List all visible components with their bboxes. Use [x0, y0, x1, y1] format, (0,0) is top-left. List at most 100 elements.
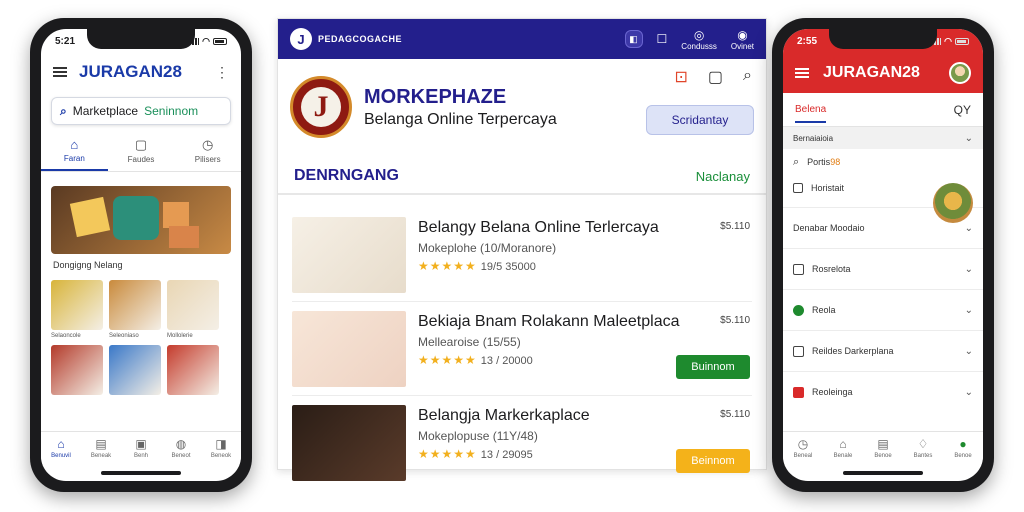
- wifi-icon: ◠: [202, 35, 210, 46]
- menu-icon[interactable]: [795, 68, 809, 78]
- more-options-icon[interactable]: ⋮: [215, 64, 229, 81]
- app-brand: JURAGAN28: [823, 64, 920, 81]
- status-time: 5:21: [55, 35, 76, 47]
- home-indicator: [843, 471, 923, 475]
- top-icon-2[interactable]: ◎ Condusss: [681, 28, 717, 51]
- section-title: DENRNGANG: [294, 167, 399, 184]
- product-card[interactable]: [109, 345, 161, 398]
- bag-icon[interactable]: ▢: [708, 67, 723, 87]
- tab-history[interactable]: ◷ Pilisers: [174, 133, 241, 171]
- filter-checkbox[interactable]: ⌕ Portis98: [783, 149, 983, 175]
- top-brand: PEDAGCOGACHE: [318, 34, 403, 44]
- brand-logo-icon[interactable]: J: [290, 28, 312, 50]
- tab-active[interactable]: Belena: [795, 96, 827, 123]
- search-text: Marketplace: [72, 104, 139, 118]
- battery-icon: [955, 37, 969, 45]
- search-icon[interactable]: ⌕: [743, 67, 752, 87]
- section-header: DENRNGANG Naclanay: [278, 159, 766, 195]
- nav-item[interactable]: ◨ Beneok: [201, 432, 241, 467]
- nav-item[interactable]: ⌂ Benale: [823, 432, 863, 467]
- nav-item[interactable]: ▤ Beneak: [81, 432, 121, 467]
- bottom-nav: ⌂ Benuvil ▤ Beneak ▣ Benh ◍ Beneot ◨ Beneok: [41, 431, 241, 467]
- home-icon: ⌂: [70, 137, 79, 152]
- category-row[interactable]: Rosrelota ⌄: [783, 248, 983, 289]
- nav-item[interactable]: ▣ Benh: [121, 432, 161, 467]
- battery-icon: [213, 37, 227, 45]
- checkbox-icon: [793, 183, 803, 193]
- j-logo-icon: J: [290, 76, 352, 138]
- product-card[interactable]: [167, 345, 219, 398]
- nav-icon: ◍: [175, 437, 187, 451]
- search-icon[interactable]: QY: [954, 103, 971, 117]
- rating-count: 13 / 29095: [480, 449, 533, 461]
- nav-item[interactable]: ● Benoe: [943, 432, 983, 467]
- buy-button[interactable]: Buinnom: [676, 355, 750, 379]
- category-row[interactable]: Reoleinga ⌄: [783, 371, 983, 412]
- left-phone-screen: 5:21 ◠ JURAGAN28 ⋮ ⌕ Marketplace Seninno…: [41, 29, 241, 481]
- top-icon-1[interactable]: ☐: [657, 32, 668, 46]
- product-label: Seleoniaso: [109, 333, 139, 339]
- right-phone-screen: 2:55 ◠ JURAGAN28 Belena QY Bernaiaioia ⌄…: [783, 29, 983, 481]
- nav-item[interactable]: ▤ Benoe: [863, 432, 903, 467]
- chevron-down-icon: ⌄: [964, 222, 973, 234]
- tab-chat[interactable]: ▢ Faudes: [108, 133, 175, 171]
- divider: [292, 301, 752, 302]
- category-list: Denabar Moodaio ⌄ Rosrelota ⌄ Reola ⌄ Reildes …: [783, 207, 983, 412]
- section-link[interactable]: Naclanay: [696, 169, 750, 184]
- product-card[interactable]: [51, 345, 103, 398]
- search-hint: Seninnom: [144, 104, 199, 118]
- rating-count: 13 / 20000: [480, 355, 533, 367]
- nav-item[interactable]: ◷ Beneal: [783, 432, 823, 467]
- product-image: [292, 405, 406, 481]
- product-item[interactable]: Belangja Markerkaplace Mokeplopuse (11Y/…: [292, 405, 758, 485]
- product-card[interactable]: Selaoncole: [51, 280, 103, 339]
- product-meta: Mokeplopuse (11Y/48): [418, 429, 538, 443]
- hero-header: J MORKEPHAZE Belanga Online Terpercaya ⊡…: [278, 59, 766, 155]
- top-icon-3[interactable]: ◉ Ovinet: [731, 28, 754, 51]
- chevron-down-icon: ⌄: [964, 386, 973, 398]
- bottom-nav: ◷ Beneal ⌂ Benale ▤ Benoe ♢ Bantes ● Benoe: [783, 431, 983, 467]
- cta-button[interactable]: Scridantay: [646, 105, 754, 135]
- promo-banner[interactable]: [51, 186, 231, 254]
- tab-home[interactable]: ⌂ Faran: [41, 133, 108, 171]
- nav-item[interactable]: ◍ Beneot: [161, 432, 201, 467]
- page-subtitle: Belanga Online Terpercaya: [364, 110, 557, 128]
- product-image: [109, 345, 161, 395]
- category-row[interactable]: Reildes Darkerplana ⌄: [783, 330, 983, 371]
- product-price: $5.110: [720, 221, 750, 232]
- nav-icon: ▣: [135, 437, 147, 451]
- product-item[interactable]: Belangy Belana Online Terlercaya Mokeplo…: [292, 217, 758, 297]
- menu-icon[interactable]: [53, 67, 67, 77]
- product-item[interactable]: Bekiaja Bnam Rolakann Maleetplaca Mellea…: [292, 311, 758, 391]
- filter-header[interactable]: Bernaiaioia ⌄: [783, 127, 983, 149]
- rating-count: 19/5 35000: [480, 261, 536, 273]
- product-label: Mollolerie: [167, 333, 193, 339]
- product-price: $5.110: [720, 409, 750, 420]
- product-grid: Selaoncole Seleoniaso Mollolerie: [51, 280, 241, 398]
- category-row[interactable]: Reola ⌄: [783, 289, 983, 330]
- nav-item[interactable]: ⌂ Benuvil: [41, 432, 81, 467]
- chat-icon: ▢: [134, 137, 148, 152]
- cart-icon[interactable]: ⊡: [675, 67, 688, 87]
- top-bar: J PEDAGCOGACHE ◧ ☐ ◎ Condusss ◉ Ovinet: [278, 19, 766, 59]
- product-card[interactable]: Seleoniaso: [109, 280, 161, 339]
- product-card[interactable]: Mollolerie: [167, 280, 219, 339]
- product-name: Belangy Belana Online Terlercaya: [418, 219, 659, 236]
- avatar[interactable]: [949, 62, 971, 84]
- notification-icon[interactable]: ◧: [624, 30, 643, 48]
- left-phone-mockup: 5:21 ◠ JURAGAN28 ⋮ ⌕ Marketplace Seninno…: [30, 18, 252, 492]
- nav-icon: ⌂: [57, 437, 65, 451]
- clock-icon: ◷: [202, 137, 214, 152]
- chevron-down-icon: ⌄: [964, 132, 973, 144]
- chevron-down-icon: ⌄: [964, 263, 973, 275]
- product-thumbnail[interactable]: [933, 183, 973, 223]
- buy-button[interactable]: Beinnom: [676, 449, 750, 473]
- nav-item[interactable]: ♢ Bantes: [903, 432, 943, 467]
- product-image: [292, 217, 406, 293]
- nav-icon: ◨: [215, 437, 227, 451]
- search-bar[interactable]: ⌕ Marketplace Seninnom: [51, 97, 231, 125]
- product-meta: Mokeplohe (10/Moranore): [418, 241, 557, 255]
- checkbox-icon: [793, 263, 804, 275]
- app-header: JURAGAN28: [783, 53, 983, 93]
- product-image: [109, 280, 161, 330]
